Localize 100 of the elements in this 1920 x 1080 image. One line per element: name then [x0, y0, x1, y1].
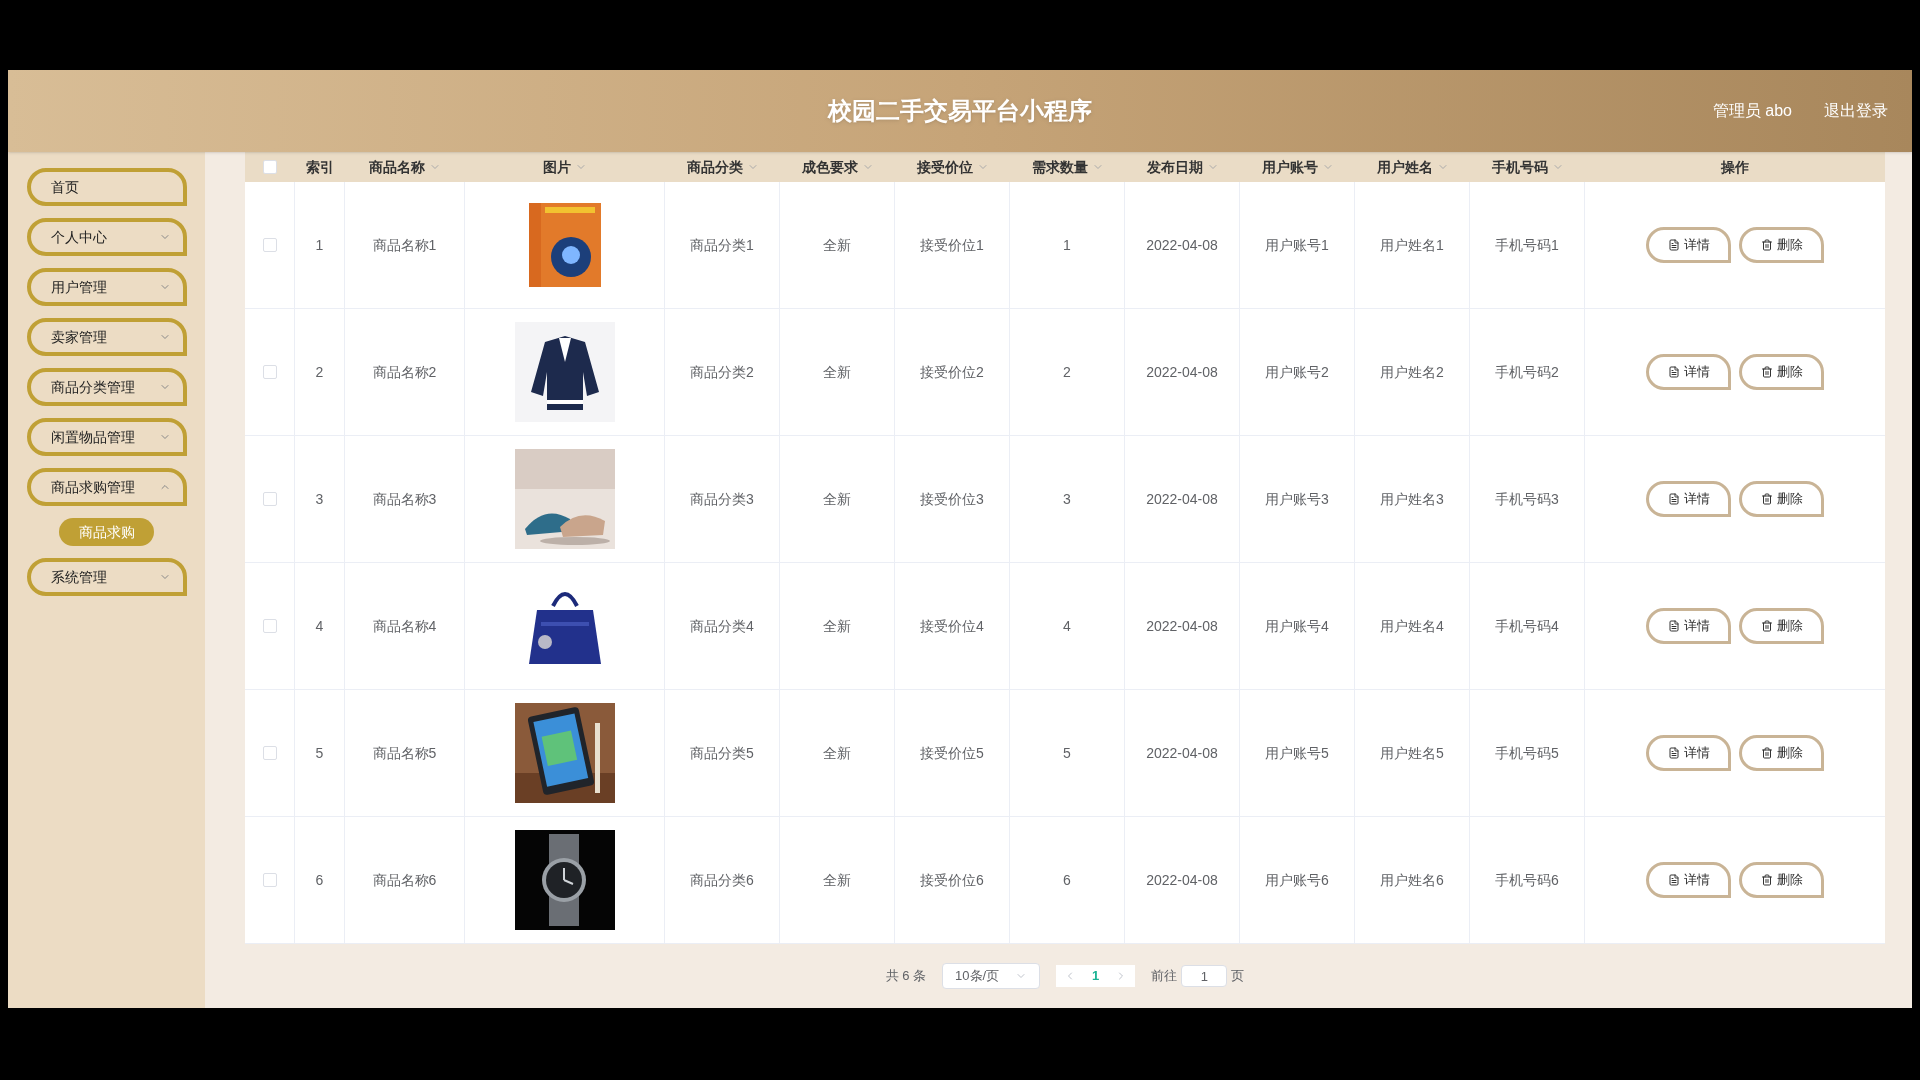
- table-cell-text: 用户账号4: [1265, 616, 1329, 636]
- details-button[interactable]: 详情: [1646, 354, 1731, 390]
- menu-item[interactable]: 卖家管理: [26, 318, 187, 356]
- delete-button[interactable]: 删除: [1739, 735, 1824, 771]
- document-icon: [1667, 874, 1680, 886]
- table-cell-text: 1: [1063, 235, 1071, 255]
- column-header: 手机号码: [1491, 157, 1548, 177]
- table-cell-text: 手机号码5: [1495, 743, 1559, 763]
- table-cell-text: 商品名称1: [372, 235, 437, 255]
- menu-item[interactable]: 用户管理: [26, 268, 187, 306]
- document-icon: [1667, 239, 1680, 251]
- trash-icon: [1760, 620, 1773, 632]
- table-cell-text: 全新: [823, 362, 851, 382]
- table-cell-text: 用户姓名2: [1380, 362, 1444, 382]
- column-header: 用户姓名: [1376, 157, 1433, 177]
- menu-item[interactable]: 商品求购管理: [26, 468, 187, 506]
- checkbox[interactable]: [262, 238, 277, 252]
- delete-button[interactable]: 删除: [1739, 862, 1824, 898]
- column-header: 用户账号: [1261, 157, 1318, 177]
- document-icon: [1667, 620, 1680, 632]
- details-button[interactable]: 详情: [1646, 735, 1731, 771]
- table-cell-text: 5: [1063, 743, 1071, 763]
- table-cell-text: 商品名称4: [372, 616, 437, 636]
- trash-icon: [1760, 366, 1773, 378]
- menu-item[interactable]: 系统管理: [26, 558, 187, 596]
- table-cell-text: 2: [1063, 362, 1071, 382]
- table-cell-text: 用户姓名6: [1380, 870, 1444, 890]
- document-icon: [1667, 747, 1680, 759]
- checkbox[interactable]: [262, 873, 277, 887]
- trash-icon: [1760, 747, 1773, 759]
- table-cell-text: 2: [315, 362, 324, 382]
- table-cell-text: 2022-04-08: [1146, 235, 1218, 255]
- page-input[interactable]: 1: [1181, 965, 1228, 987]
- delete-button[interactable]: 删除: [1739, 354, 1824, 390]
- menu-item[interactable]: 闲置物品管理: [26, 418, 187, 456]
- checkbox[interactable]: [262, 492, 277, 506]
- details-button[interactable]: 详情: [1646, 481, 1731, 517]
- table-cell-text: 用户姓名4: [1380, 616, 1444, 636]
- table-cell-text: 商品名称3: [372, 489, 437, 509]
- table-cell-text: 全新: [823, 870, 851, 890]
- column-header: 图片: [543, 157, 571, 177]
- details-button[interactable]: 详情: [1646, 862, 1731, 898]
- goto-label: 前往: [1151, 967, 1178, 986]
- table-cell-text: 6: [315, 870, 324, 890]
- table-cell-text: 接受价位2: [920, 362, 984, 382]
- table-cell-text: 接受价位4: [920, 616, 984, 636]
- table-cell-text: 商品分类2: [690, 362, 754, 382]
- checkbox[interactable]: [262, 746, 277, 760]
- table-cell-text: 商品分类1: [690, 235, 754, 255]
- table-cell-text: 用户账号6: [1265, 870, 1329, 890]
- table-cell-text: 2022-04-08: [1146, 870, 1218, 890]
- table-cell-text: 手机号码4: [1495, 616, 1559, 636]
- table-cell-text: 商品分类6: [690, 870, 754, 890]
- column-header: 发布日期: [1146, 157, 1203, 177]
- delete-button[interactable]: 删除: [1739, 608, 1824, 644]
- trash-icon: [1760, 874, 1773, 886]
- total-count: 共 6 条: [885, 967, 927, 986]
- checkbox[interactable]: [262, 619, 277, 633]
- document-icon: [1667, 493, 1680, 505]
- table-cell-text: 3: [315, 489, 324, 509]
- column-header: 操作: [1721, 157, 1749, 177]
- table-cell-text: 2022-04-08: [1146, 362, 1218, 382]
- column-header: 成色要求: [801, 157, 858, 177]
- table-cell-text: 商品分类5: [690, 743, 754, 763]
- details-button[interactable]: 详情: [1646, 608, 1731, 644]
- delete-button[interactable]: 删除: [1739, 227, 1824, 263]
- page-size-select[interactable]: 10条/页: [942, 963, 1041, 989]
- column-header: 需求数量: [1031, 157, 1088, 177]
- table-cell-text: 商品名称5: [372, 743, 437, 763]
- menu-item[interactable]: 首页: [26, 168, 187, 206]
- trash-icon: [1760, 239, 1773, 251]
- table-cell-text: 2022-04-08: [1146, 616, 1218, 636]
- table-cell-text: 手机号码2: [1495, 362, 1559, 382]
- table-cell-text: 用户账号5: [1265, 743, 1329, 763]
- table-cell-text: 手机号码1: [1495, 235, 1559, 255]
- table-cell-text: 接受价位6: [920, 870, 984, 890]
- details-button[interactable]: 详情: [1646, 227, 1731, 263]
- column-header: 索引: [306, 157, 334, 177]
- table-cell-text: 5: [315, 743, 324, 763]
- menu-item[interactable]: 商品分类管理: [26, 368, 187, 406]
- checkbox[interactable]: [262, 365, 277, 379]
- table-cell-text: 手机号码6: [1495, 870, 1559, 890]
- menu-item[interactable]: 个人中心: [26, 218, 187, 256]
- table-cell-text: 接受价位5: [920, 743, 984, 763]
- table-cell-text: 用户账号3: [1265, 489, 1329, 509]
- checkbox[interactable]: [263, 160, 277, 174]
- table-cell-text: 用户账号1: [1265, 235, 1329, 255]
- table-cell-text: 2022-04-08: [1146, 489, 1218, 509]
- column-header: 商品分类: [686, 157, 743, 177]
- document-icon: [1667, 366, 1680, 378]
- table-cell-text: 用户姓名5: [1380, 743, 1444, 763]
- table-cell-text: 4: [315, 616, 324, 636]
- table-cell-text: 商品名称6: [372, 870, 437, 890]
- table-cell-text: 用户姓名3: [1380, 489, 1444, 509]
- column-header: 接受价位: [916, 157, 973, 177]
- table-cell-text: 全新: [823, 489, 851, 509]
- trash-icon: [1760, 493, 1773, 505]
- admin-name: 管理员 abo: [1712, 101, 1792, 121]
- delete-button[interactable]: 删除: [1739, 481, 1824, 517]
- table-cell-text: 用户姓名1: [1380, 235, 1444, 255]
